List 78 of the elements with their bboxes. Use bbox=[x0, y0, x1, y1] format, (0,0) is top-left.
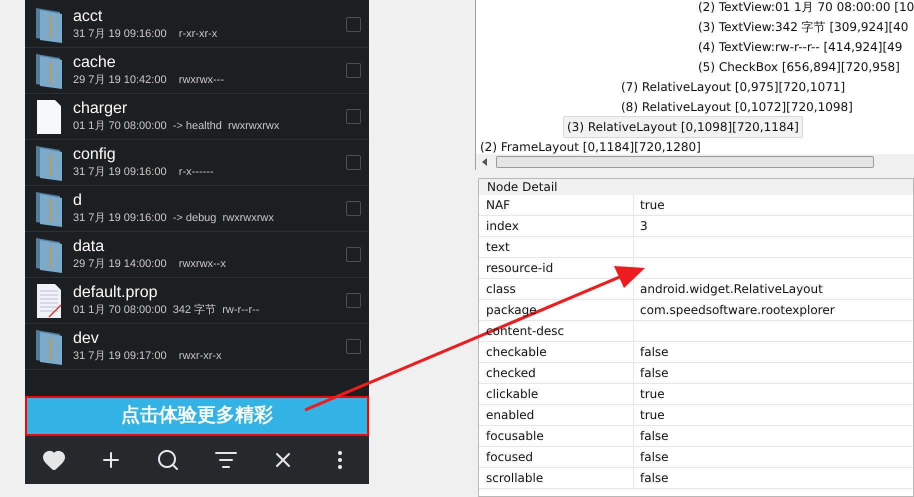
property-value: 3 bbox=[639, 218, 648, 235]
property-value: com.speedsoftware.rootexplorer bbox=[639, 302, 835, 319]
file-row[interactable]: default.prop 01 1月 70 08:00:00 342 字节 rw-r--r-- bbox=[25, 278, 369, 324]
search-icon[interactable] bbox=[156, 448, 180, 472]
property-name: enabled bbox=[486, 408, 534, 422]
file-row[interactable]: acct 31 7月 19 09:16:00 r-xr-xr-x bbox=[25, 2, 369, 48]
file-name: acct bbox=[73, 7, 104, 26]
checkbox[interactable] bbox=[346, 201, 361, 216]
checkbox[interactable] bbox=[346, 63, 361, 78]
file-details: 29 7月 19 10:42:00 rwxrwx--- bbox=[73, 73, 226, 88]
checkbox[interactable] bbox=[346, 155, 361, 170]
file-details: 01 1月 70 08:00:00 342 字节 rw-r--r-- bbox=[73, 302, 260, 318]
checkbox[interactable] bbox=[346, 17, 361, 32]
tree-node[interactable]: (2) FrameLayout [0,1184][720,1280] bbox=[476, 136, 705, 154]
property-name: text bbox=[486, 240, 510, 254]
property-name: checked bbox=[486, 366, 536, 380]
file-name: d bbox=[73, 191, 83, 210]
checkbox[interactable] bbox=[346, 109, 361, 124]
file-details: 31 7月 19 09:16:00 r-xr-xr-x bbox=[73, 27, 218, 42]
property-name: index bbox=[486, 219, 519, 233]
folder-icon bbox=[34, 52, 64, 90]
file-details: 01 1月 70 08:00:00 -> healthd rwxrwxrwx bbox=[73, 119, 280, 134]
property-name: focused bbox=[486, 450, 534, 464]
scrollbar-thumb[interactable] bbox=[496, 156, 874, 168]
file-details: 31 7月 19 09:17:00 rwxr-xr-x bbox=[73, 349, 223, 364]
property-name: clickable bbox=[486, 387, 538, 401]
file-icon bbox=[35, 98, 63, 134]
tree-node[interactable]: (7) RelativeLayout [0,975][720,1071] bbox=[617, 76, 850, 98]
folder-icon bbox=[34, 236, 64, 274]
folder-icon bbox=[34, 6, 64, 44]
folder-icon bbox=[34, 328, 64, 366]
file-name: config bbox=[73, 145, 117, 164]
file-details: 31 7月 19 09:16:00 -> debug rwxrwxrwx bbox=[73, 211, 275, 226]
file-name: cache bbox=[73, 53, 117, 72]
tree-node[interactable]: (3) TextView:342 字节 [309,924][40 bbox=[694, 16, 912, 38]
file-name: charger bbox=[73, 99, 128, 118]
property-value: true bbox=[639, 407, 665, 424]
property-name: resource-id bbox=[486, 261, 554, 275]
property-name: scrollable bbox=[486, 471, 544, 485]
file-name: data bbox=[73, 237, 106, 256]
checkbox[interactable] bbox=[346, 339, 361, 354]
property-name: focusable bbox=[486, 429, 544, 443]
property-value: android.widget.RelativeLayout bbox=[639, 281, 823, 298]
text-file-icon bbox=[35, 282, 63, 318]
property-name: checkable bbox=[486, 345, 547, 359]
horizontal-scrollbar[interactable] bbox=[476, 154, 914, 170]
tree-node[interactable]: (4) TextView:rw-r--r-- [414,924][49 bbox=[694, 36, 906, 58]
heart-icon[interactable] bbox=[42, 448, 66, 472]
scroll-left-icon[interactable] bbox=[482, 158, 488, 166]
folder-icon bbox=[34, 190, 64, 228]
property-value: false bbox=[639, 365, 669, 382]
panel-title: Node Detail bbox=[479, 179, 913, 195]
file-row[interactable]: charger 01 1月 70 08:00:00 -> healthd rwxrwxrwx bbox=[25, 94, 369, 140]
property-value: false bbox=[639, 449, 669, 466]
file-row[interactable]: config 31 7月 19 09:16:00 r-x------ bbox=[25, 140, 369, 186]
file-details: 29 7月 19 14:00:00 rwxrwx--x bbox=[73, 257, 227, 272]
file-name: dev bbox=[73, 329, 100, 348]
file-row[interactable]: d 31 7月 19 09:16:00 -> debug rwxrwxrwx bbox=[25, 186, 369, 232]
property-value: false bbox=[639, 470, 669, 487]
file-details: 31 7月 19 09:16:00 r-x------ bbox=[73, 165, 215, 180]
tree-node[interactable]: (3) RelativeLayout [0,1098][720,1184] bbox=[563, 116, 803, 138]
checkbox[interactable] bbox=[346, 293, 361, 308]
checkbox[interactable] bbox=[346, 247, 361, 262]
folder-icon bbox=[34, 144, 64, 182]
tree-node[interactable]: (2) TextView:01 1月 70 08:00:00 [10 bbox=[694, 0, 914, 18]
file-row[interactable]: cache 29 7月 19 10:42:00 rwxrwx--- bbox=[25, 48, 369, 94]
property-value: false bbox=[639, 344, 669, 361]
property-value: false bbox=[639, 428, 669, 445]
file-name: default.prop bbox=[73, 283, 159, 302]
property-name: NAF bbox=[486, 198, 510, 212]
tree-node[interactable]: (5) CheckBox [656,894][720,958] bbox=[694, 56, 904, 78]
property-name: package bbox=[486, 303, 537, 317]
file-row[interactable]: data 29 7月 19 14:00:00 rwxrwx--x bbox=[25, 232, 369, 278]
tree-node[interactable]: (8) RelativeLayout [0,1072][720,1098] bbox=[617, 96, 857, 118]
file-row[interactable]: dev 31 7月 19 09:17:00 rwxr-xr-x bbox=[25, 324, 369, 370]
property-name: class bbox=[486, 282, 516, 296]
property-value: true bbox=[639, 197, 665, 214]
property-value: true bbox=[639, 386, 665, 403]
